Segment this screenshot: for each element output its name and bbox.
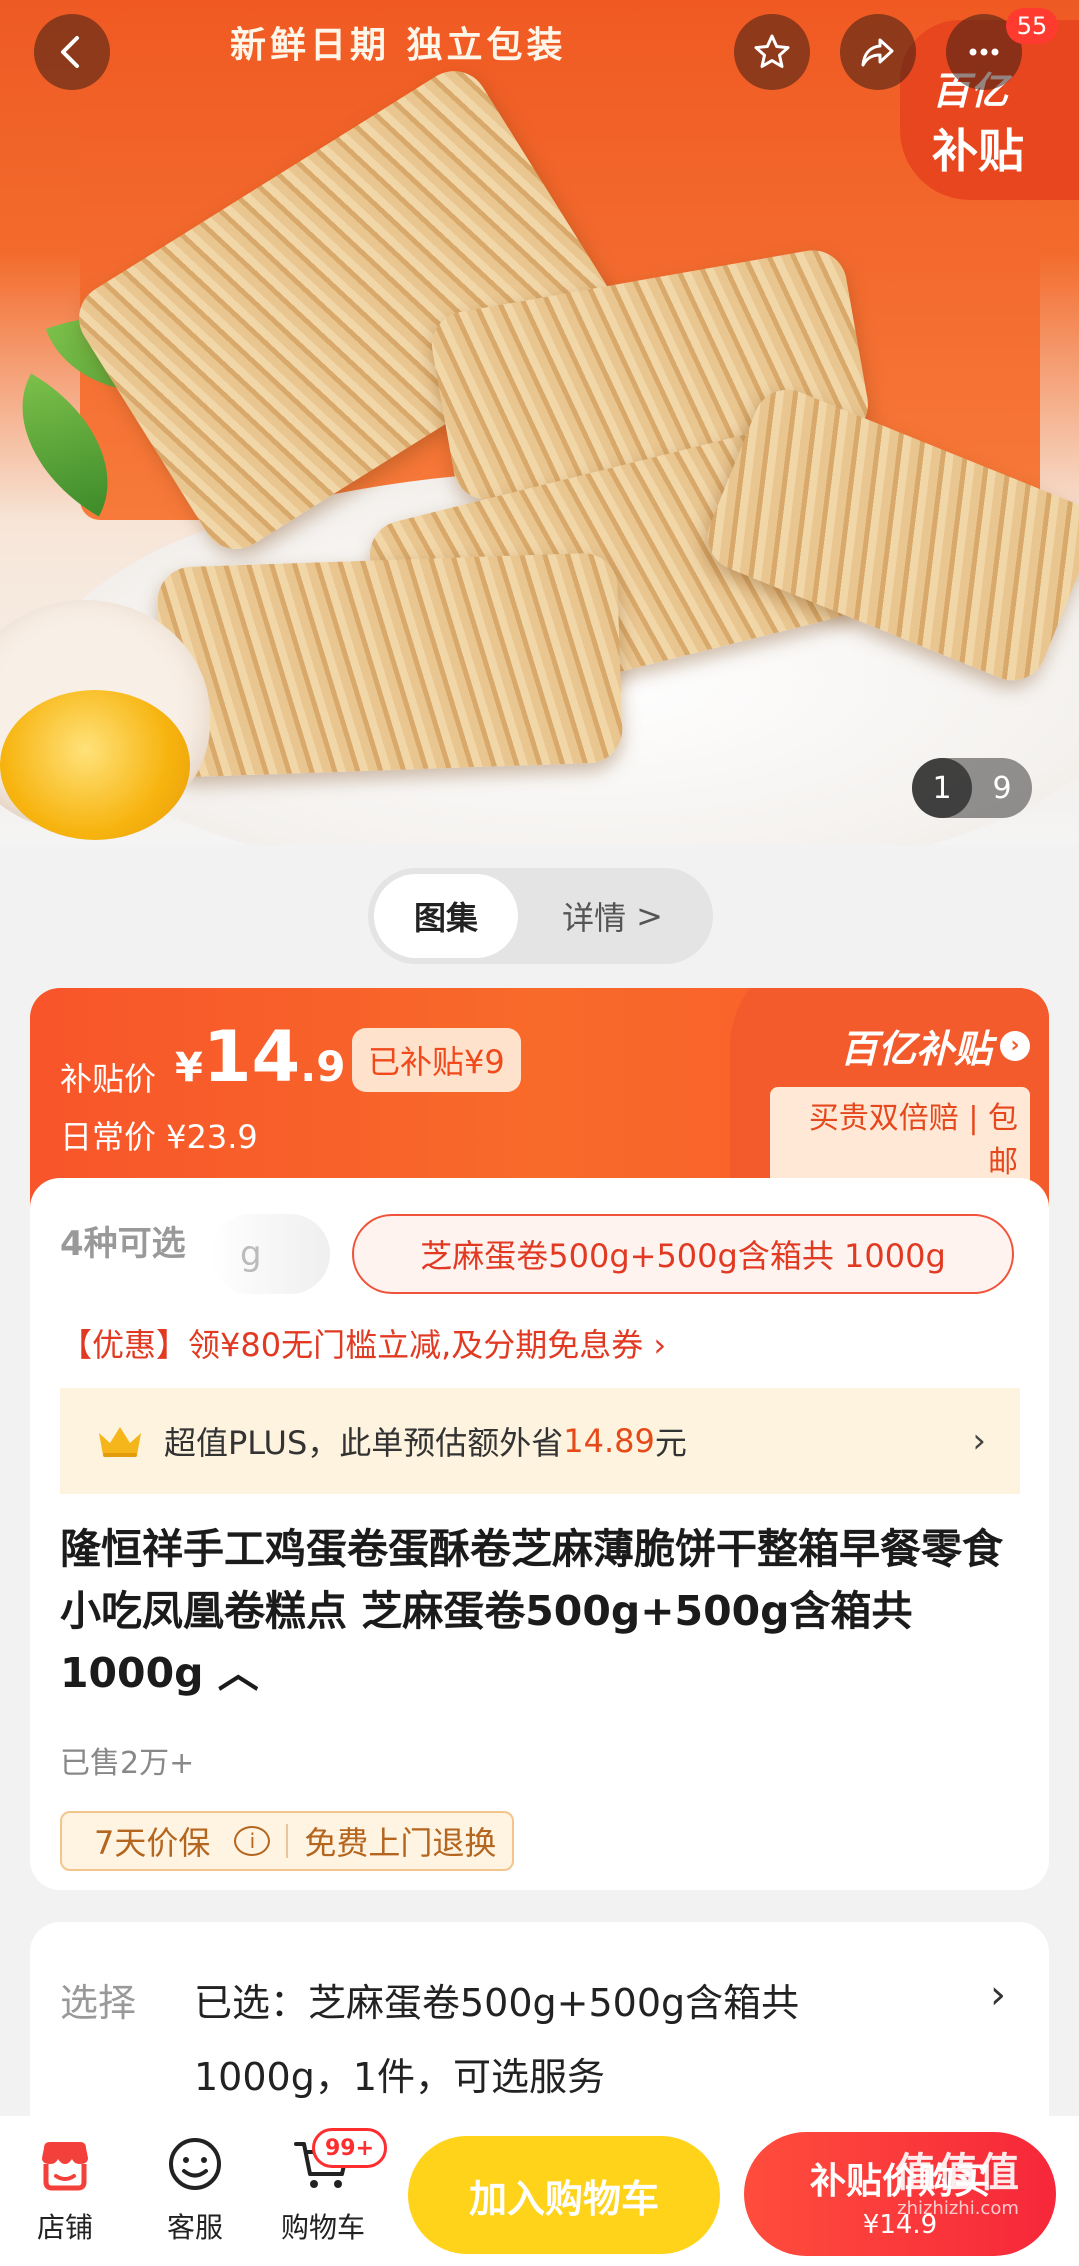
- subsidy-amount-tag: 已补贴¥9: [352, 1028, 521, 1092]
- subsidy-brand-promise: 买贵双倍赔 | 包邮: [770, 1087, 1030, 1187]
- cart-count-badge: 99+: [312, 2128, 388, 2168]
- plus-savings-text: 超值PLUS，此单预估额外省: [164, 1424, 564, 1462]
- plus-savings-bar[interactable]: 超值PLUS，此单预估额外省 14.89 元 ›: [60, 1388, 1020, 1494]
- price-protection-label: 7天价保: [94, 1824, 211, 1862]
- service-guarantee[interactable]: 7天价保 i 免费上门退换: [60, 1811, 515, 1871]
- share-icon: [861, 38, 894, 67]
- plus-savings-amount: 14.89: [563, 1422, 655, 1460]
- message-badge: 55: [1006, 8, 1058, 44]
- add-to-cart-button[interactable]: 加入购物车: [408, 2136, 720, 2254]
- share-button[interactable]: [840, 14, 916, 90]
- chevron-right-icon: >: [636, 897, 663, 935]
- subsidy-brand-link[interactable]: 百亿补贴 › 买贵双倍赔 | 包邮: [770, 1018, 1030, 1187]
- tab-details[interactable]: 详情 >: [518, 893, 707, 939]
- crown-icon: [99, 1427, 141, 1457]
- options-count: 4种可选: [60, 1224, 186, 1264]
- subsidy-brand-title: 百亿补贴: [839, 1027, 992, 1071]
- option-chip-faded[interactable]: g: [210, 1214, 330, 1294]
- store-icon: [42, 2142, 88, 2191]
- hero-banner-text: 新鲜日期 独立包装: [230, 25, 567, 66]
- image-pager: 1 9: [912, 758, 1032, 818]
- free-return-label: 免费上门退换: [304, 1824, 497, 1862]
- subsidy-price: ¥14.9: [175, 1016, 345, 1098]
- price-decimal: .9: [300, 1042, 346, 1091]
- price-banner: 补贴价 ¥14.9 已补贴¥9 日常价 ¥23.9 百亿补贴 › 买贵双倍赔 |…: [30, 988, 1049, 1208]
- store-button[interactable]: 店铺: [10, 2134, 120, 2246]
- daily-price: 日常价 ¥23.9: [60, 1118, 258, 1156]
- info-icon: i: [234, 1826, 271, 1856]
- service-label: 客服: [166, 2211, 223, 2244]
- service-icon: [169, 2138, 221, 2190]
- cart-label: 购物车: [280, 2211, 365, 2244]
- pager-total: 9: [992, 770, 1012, 806]
- tab-details-label: 详情: [562, 899, 627, 937]
- plus-savings-unit: 元: [654, 1424, 687, 1462]
- chevron-right-icon: ›: [972, 1421, 986, 1461]
- product-image-carousel[interactable]: 新鲜日期 独立包装 百亿 补贴 55 1 9: [0, 0, 1079, 845]
- star-icon: [754, 34, 790, 68]
- egg-roll-image: [156, 552, 624, 778]
- sold-count: 已售2万+: [60, 1746, 195, 1781]
- more-icon: [969, 48, 999, 56]
- promo-coupon-link[interactable]: 【优惠】领¥80无门槛立减,及分期免息券 ›: [60, 1320, 666, 1366]
- price-protection: 7天价保 i: [62, 1818, 286, 1864]
- price-currency: ¥: [175, 1045, 203, 1091]
- watermark-logo: 值值值: [895, 2150, 1021, 2196]
- tab-gallery[interactable]: 图集: [374, 874, 518, 958]
- price-integer: 14: [202, 1016, 301, 1098]
- view-switch: 图集 详情 >: [368, 868, 713, 964]
- product-info-card: 4种可选 g 芝麻蛋卷500g+500g含箱共 1000g 【优惠】领¥80无门…: [30, 1178, 1049, 1890]
- subsidy-price-label: 补贴价: [60, 1060, 157, 1098]
- pager-current: 1: [912, 758, 972, 818]
- product-title[interactable]: 隆恒祥手工鸡蛋卷蛋酥卷芝麻薄脆饼干整箱早餐零食小吃凤凰卷糕点 芝麻蛋卷500g+…: [60, 1518, 1020, 1704]
- watermark: 值值值 zhizhizhi.com: [895, 2140, 1021, 2219]
- selection-label: 选择: [60, 1981, 137, 2025]
- back-button[interactable]: [34, 14, 110, 90]
- store-label: 店铺: [36, 2211, 93, 2244]
- option-chip-selected[interactable]: 芝麻蛋卷500g+500g含箱共 1000g: [352, 1214, 1014, 1294]
- customer-service-button[interactable]: 客服: [140, 2134, 250, 2246]
- chevron-right-icon: ›: [1000, 1030, 1030, 1061]
- chevron-right-icon: ›: [990, 1972, 1006, 2018]
- corner-logo-line2: 补贴: [932, 124, 1024, 178]
- favorite-button[interactable]: [734, 14, 810, 90]
- back-icon: [61, 36, 79, 68]
- selection-value: 已选：芝麻蛋卷500g+500g含箱共 1000g，1件，可选服务: [194, 1981, 800, 2099]
- watermark-url: zhizhizhi.com: [897, 2198, 1019, 2219]
- egg-yolk-image: [0, 690, 190, 840]
